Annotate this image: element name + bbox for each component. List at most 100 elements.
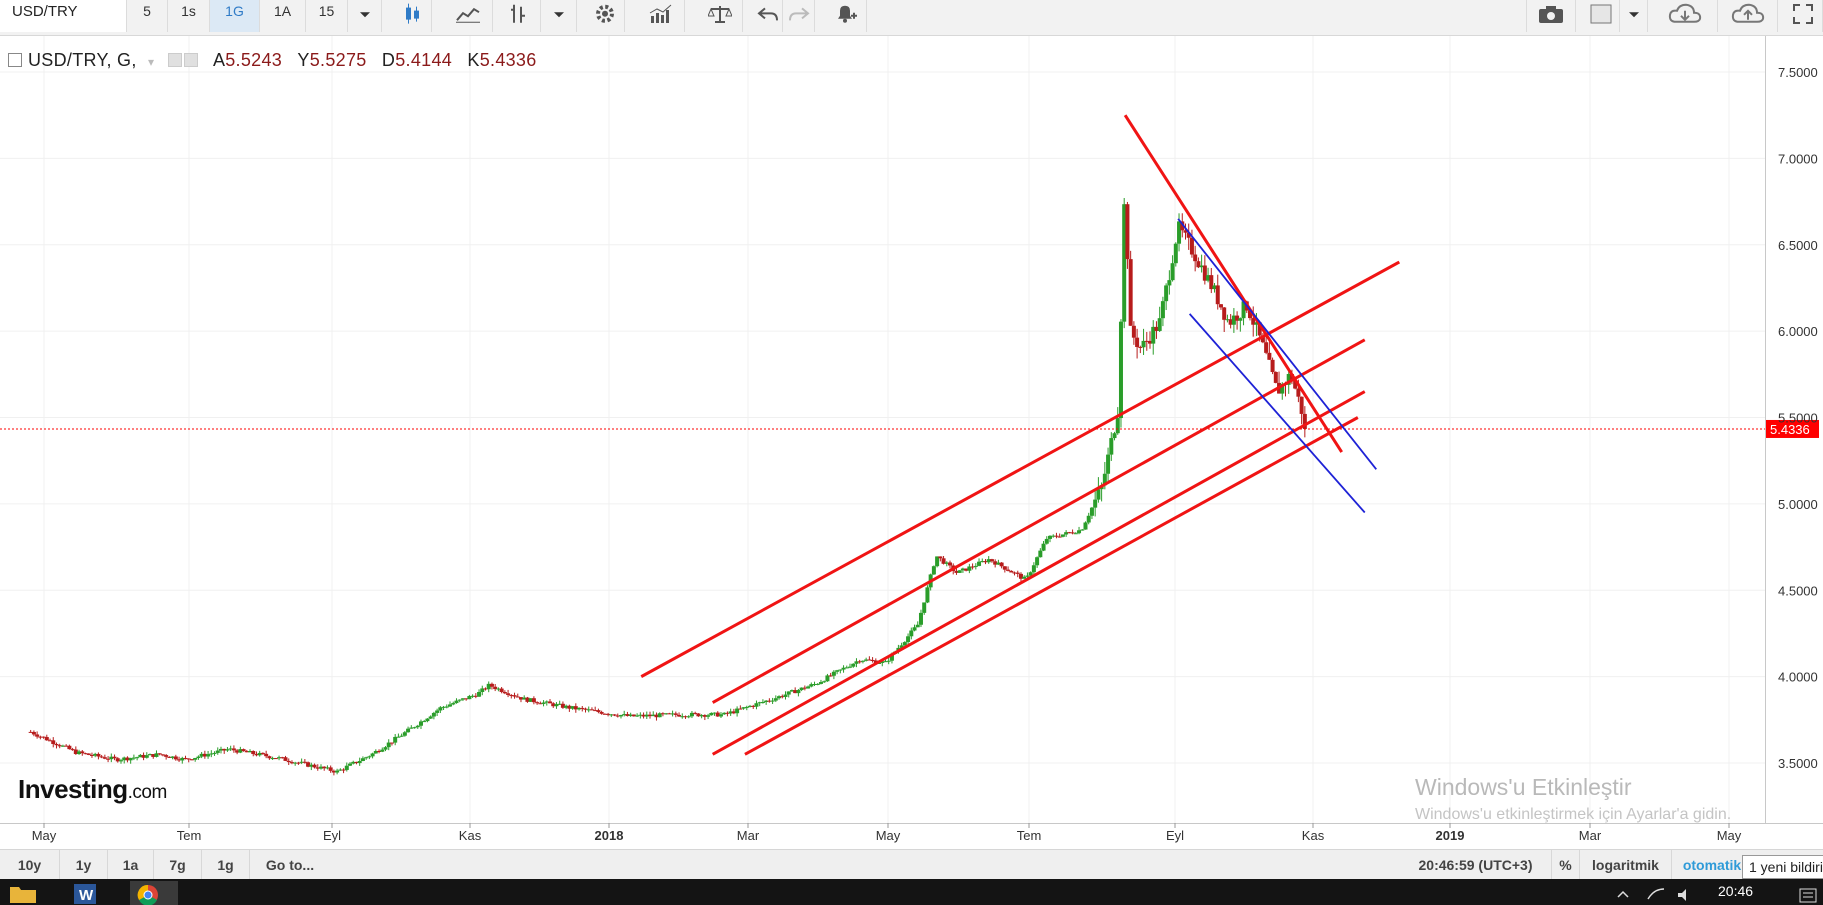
down-candle: [999, 562, 1004, 567]
low-label: D: [381, 50, 396, 70]
up-candle: [1038, 550, 1043, 558]
up-candle: [973, 565, 978, 567]
price-tick-label: 6.0000: [1778, 324, 1818, 339]
up-candle: [1115, 418, 1120, 434]
down-candle: [267, 756, 272, 759]
range-1y-button[interactable]: 1y: [60, 850, 108, 880]
up-candle: [348, 763, 353, 766]
up-candle: [918, 612, 923, 625]
down-candle: [1299, 396, 1304, 414]
down-candle: [1270, 359, 1275, 372]
up-candle: [706, 715, 711, 717]
time-display: 20:46:59 (UTC+3): [1400, 850, 1552, 880]
up-candle: [144, 755, 149, 758]
up-candle: [1060, 534, 1065, 537]
up-candle: [215, 750, 220, 753]
up-candle: [925, 587, 930, 603]
time-tick-label: Tem: [177, 828, 202, 843]
range-1a-button[interactable]: 1a: [108, 850, 154, 880]
down-candle: [51, 740, 56, 745]
notification-tooltip[interactable]: 1 yeni bildirim: [1742, 855, 1823, 879]
up-candle: [364, 757, 369, 759]
up-candle: [1080, 529, 1085, 531]
range-1g-button[interactable]: 1g: [202, 850, 250, 880]
up-candle: [838, 669, 843, 671]
down-candle: [231, 748, 236, 751]
down-candle: [96, 753, 101, 757]
up-candle: [196, 756, 201, 758]
up-candle: [1041, 543, 1046, 551]
legend-dropdown-icon[interactable]: ▾: [148, 55, 154, 69]
down-candle: [173, 756, 178, 760]
word-icon[interactable]: W: [70, 881, 100, 905]
up-candle: [851, 663, 856, 667]
up-candle: [454, 700, 459, 704]
red-trendline[interactable]: [711, 338, 1366, 704]
red-trendline[interactable]: [640, 260, 1401, 678]
up-candle: [686, 716, 691, 718]
goto-button[interactable]: Go to...: [250, 850, 330, 880]
red-trendline[interactable]: [744, 416, 1359, 756]
up-candle: [357, 761, 362, 764]
up-candle: [1160, 301, 1165, 319]
red-trendline[interactable]: [711, 390, 1366, 756]
down-candle: [489, 683, 494, 687]
down-candle: [260, 752, 265, 754]
down-candle: [1189, 237, 1194, 255]
log-toggle[interactable]: logaritmik: [1580, 850, 1672, 880]
time-axis-labels: May Tem Eyl Kas 2018 Mar May Tem Eyl Kas 2019 Mar Ma…: [32, 823, 1742, 843]
chart-legend: USD/TRY, G, ▾ A5.5243 Y5.5275 D5.4144 K5…: [8, 50, 537, 71]
high-label: Y: [297, 50, 310, 70]
up-candle: [193, 757, 198, 760]
up-candle: [1073, 533, 1078, 535]
up-candle: [1109, 438, 1114, 455]
range-10y-button[interactable]: 10y: [0, 850, 60, 880]
auto-toggle[interactable]: otomatik: [1672, 850, 1752, 880]
price-tick-label: 7.5000: [1778, 65, 1818, 80]
down-candle: [948, 562, 953, 566]
action-center-icon[interactable]: [1795, 881, 1821, 905]
up-candle: [977, 561, 982, 566]
time-tick-label: 2018: [595, 828, 624, 843]
down-candle: [80, 751, 85, 754]
down-candle: [1215, 285, 1220, 305]
red-trendline[interactable]: [1123, 114, 1343, 453]
down-candle: [1264, 342, 1269, 353]
down-candle: [548, 701, 553, 704]
tray-icons[interactable]: [1608, 881, 1708, 905]
down-candle: [1193, 254, 1198, 262]
settings-small-icon[interactable]: [183, 53, 198, 67]
up-candle: [370, 753, 375, 757]
range-7g-button[interactable]: 7g: [154, 850, 202, 880]
up-candle: [1167, 280, 1172, 286]
folder-icon[interactable]: [8, 881, 38, 905]
eye-icon[interactable]: [167, 53, 182, 67]
up-candle: [886, 660, 891, 662]
time-tick-label: Tem: [1017, 828, 1042, 843]
up-candle: [422, 721, 427, 723]
up-candle: [1031, 565, 1036, 573]
down-candle: [673, 713, 678, 715]
close-value: 5.4336: [479, 50, 537, 70]
down-candle: [1135, 337, 1140, 347]
logo-main: Investing: [18, 774, 128, 804]
down-candle: [535, 702, 540, 704]
down-candle: [286, 760, 291, 763]
blue-trendline[interactable]: [1177, 218, 1377, 470]
up-candle: [1086, 515, 1091, 523]
down-candle: [599, 711, 604, 714]
chrome-icon[interactable]: [130, 881, 178, 905]
up-candle: [744, 706, 749, 708]
percent-toggle[interactable]: %: [1552, 850, 1580, 880]
time-tick-label: 2019: [1436, 828, 1465, 843]
time-tick-label: Kas: [1302, 828, 1325, 843]
legend-title: USD/TRY, G,: [28, 50, 137, 70]
down-candle: [738, 708, 743, 710]
up-candle: [754, 703, 759, 707]
up-candle: [396, 736, 401, 738]
up-candle: [1238, 318, 1243, 321]
trendlines: [640, 114, 1401, 756]
up-candle: [806, 686, 811, 689]
up-candle: [1083, 522, 1088, 530]
collapse-icon[interactable]: [8, 53, 22, 67]
